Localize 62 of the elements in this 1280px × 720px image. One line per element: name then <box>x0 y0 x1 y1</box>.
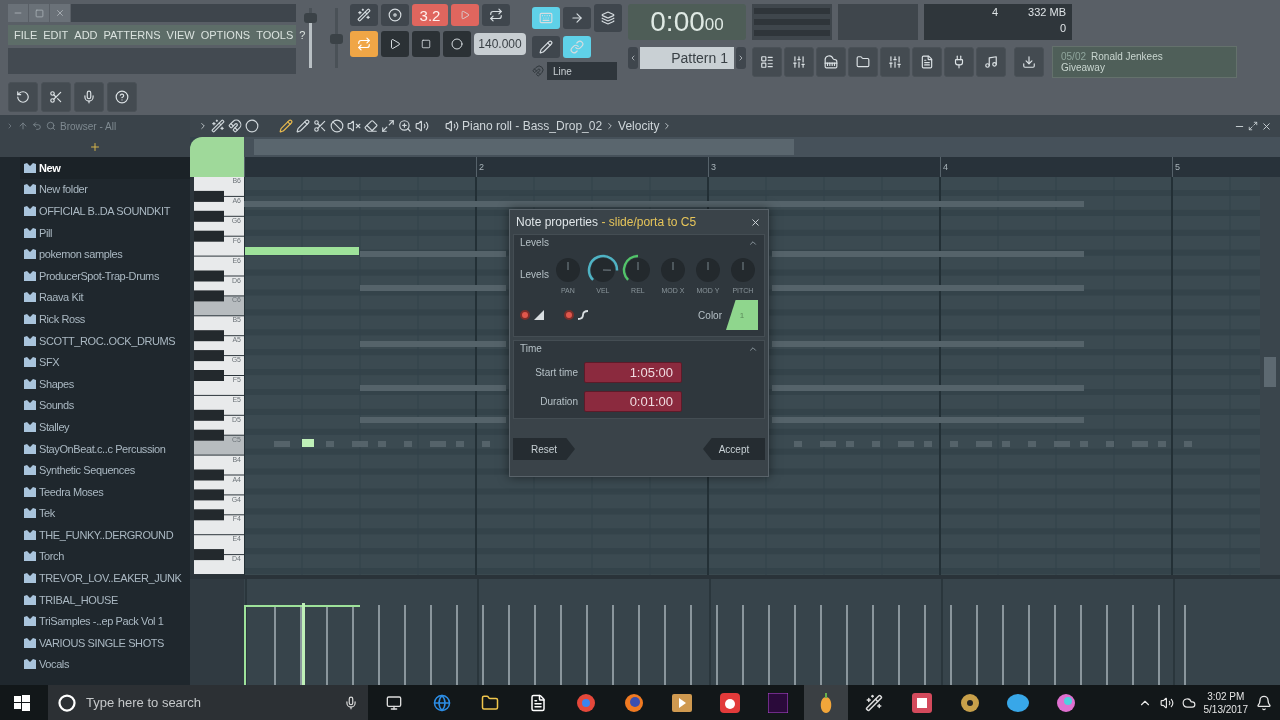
browser-folder[interactable]: Shapes <box>20 372 190 395</box>
reset-button[interactable]: Reset <box>513 438 575 460</box>
news-subtitle: Giveaway <box>1061 62 1106 73</box>
browser-folder[interactable]: Sounds <box>20 394 190 417</box>
start-time-field[interactable]: 1:05:00 <box>584 362 682 383</box>
time-text: 0:00 <box>650 6 705 38</box>
tempo-field[interactable]: 140.000 <box>474 33 526 55</box>
duration-label: Duration <box>539 396 578 407</box>
browser-folder[interactable]: Stalley <box>20 416 190 438</box>
polyphony-value: 0 <box>1058 22 1066 36</box>
color-label: Color <box>698 309 722 321</box>
search-field[interactable]: Type here to search <box>84 694 336 711</box>
menu-item[interactable]: TOOLS <box>254 29 296 41</box>
section-title: Levels <box>520 237 549 248</box>
menu-item[interactable]: OPTIONS <box>198 29 253 41</box>
browser-folder[interactable]: Rick Ross <box>20 308 190 330</box>
target-selector[interactable]: Velocity <box>618 119 660 133</box>
browser-folder[interactable]: TriSamples -..ep Pack Vol 1 <box>20 610 190 633</box>
menu-item[interactable]: PATTERNS <box>101 29 163 41</box>
accept-button[interactable]: Accept <box>703 438 765 460</box>
browser-folder[interactable]: Synthetic Sequences <box>20 459 190 481</box>
browser-folder[interactable]: Torch <box>20 545 190 568</box>
memory-value: 332 MB <box>1027 6 1066 20</box>
browser-folder[interactable]: SFX <box>20 351 190 373</box>
dialog-title: Note properties - slide/porta to C5 <box>516 215 697 229</box>
browser-folder[interactable]: TREVOR_LOV..EAKER_JUNK <box>20 567 190 589</box>
window-title: Piano roll - Bass_Drop_02 <box>462 119 603 133</box>
browser-folder[interactable]: Tek <box>20 502 190 525</box>
browser-folder[interactable]: Pill <box>20 221 190 244</box>
browser-folder[interactable]: ProducerSpot-Trap-Drums <box>20 264 190 287</box>
browser-title: Browser - All <box>60 120 117 132</box>
browser-folder[interactable]: Raava Kit <box>20 286 190 309</box>
browser-folder[interactable]: New <box>20 157 190 179</box>
section-title: Time <box>520 343 542 354</box>
news-title: 05/02 Ronald Jenkees <box>1061 51 1164 62</box>
start-time-label: Start time <box>534 367 578 378</box>
clock-date: 5/13/2017 <box>1203 702 1248 716</box>
browser-folder[interactable]: OFFICIAL B..DA SOUNDKIT <box>20 200 190 222</box>
clock-time: 3:02 PM <box>1207 689 1245 703</box>
browser-folder[interactable]: VARIOUS SINGLE SHOTS <box>20 632 190 654</box>
pattern-selector[interactable]: Pattern 1 <box>640 47 734 69</box>
browser-folder[interactable]: New folder <box>20 178 190 201</box>
cpu-value: 4 <box>990 6 998 20</box>
browser-folder[interactable]: THE_FUNKY..DERGROUND <box>20 524 190 546</box>
snap-select[interactable]: Line <box>547 62 617 80</box>
duration-field[interactable]: 0:01:00 <box>584 391 682 412</box>
menu-item[interactable]: ? <box>297 29 308 41</box>
browser-folder[interactable]: StayOnBeat.c..c Percussion <box>20 437 190 460</box>
news-panel[interactable]: 05/02 Ronald Jenkees Giveaway <box>1052 46 1237 78</box>
browser-folder[interactable]: SCOTT_ROC..OCK_DRUMS <box>20 329 190 352</box>
time-subtext: 00 <box>704 15 724 35</box>
browser-folder[interactable]: TRIBAL_HOUSE <box>20 588 190 611</box>
menu-item[interactable]: ADD <box>72 29 100 41</box>
clock[interactable]: 3:02 PM 5/13/2017 <box>1203 689 1248 716</box>
menu-item[interactable]: VIEW <box>164 29 197 41</box>
browser-folder[interactable]: Vocals <box>20 653 190 676</box>
menu-item[interactable]: FILE <box>12 29 40 41</box>
levels-label: Levels <box>520 268 549 280</box>
menu-item[interactable]: EDIT <box>41 29 71 41</box>
browser-folder[interactable]: pokemon samples <box>20 243 190 265</box>
browser-folder[interactable]: Teedra Moses <box>20 480 190 503</box>
search-box[interactable]: Type here to search <box>48 685 368 720</box>
